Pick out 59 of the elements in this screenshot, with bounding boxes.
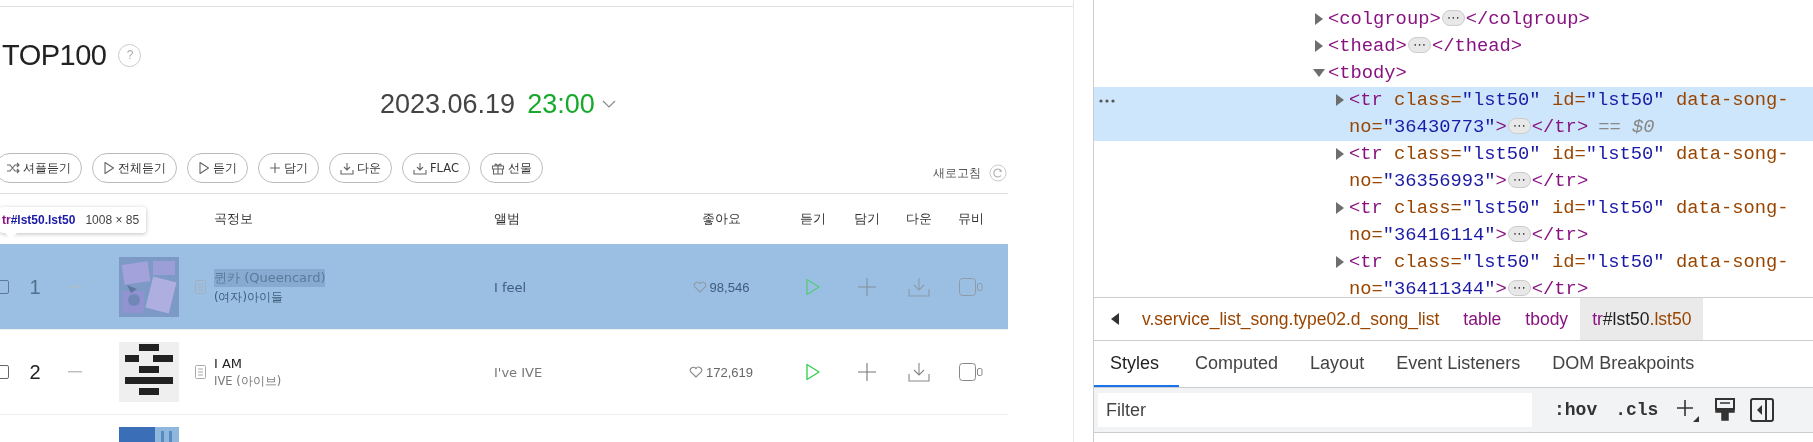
video-icon[interactable] [959, 363, 983, 381]
action-button[interactable]: 듣기 [187, 153, 248, 183]
sidebar-toggle-icon[interactable] [1750, 398, 1775, 422]
like-button[interactable]: 172,619 [689, 364, 753, 380]
download-icon [340, 161, 354, 175]
chart-time: 23:00 [527, 88, 595, 120]
toggle-button[interactable]: :hov [1552, 400, 1600, 420]
column-header: 앨범 [494, 210, 521, 228]
download-icon[interactable] [908, 362, 930, 382]
rank-number: 1 [29, 275, 41, 299]
breadcrumb[interactable]: tr#lst50.lst50 [1580, 298, 1704, 340]
lyrics-icon[interactable] [194, 365, 206, 379]
paintbrush-icon[interactable] [1714, 397, 1737, 423]
chart-title: TOP100 [2, 38, 107, 72]
artist-name[interactable]: (여자)아이들 [214, 290, 283, 305]
breadcrumb[interactable]: v.service_list_song.type02.d_song_list [1130, 298, 1452, 340]
heart-icon [692, 281, 707, 293]
plus-icon [269, 162, 281, 174]
chevron-down-icon[interactable] [600, 99, 617, 109]
element-selector: tr#lst50.lst50 [2, 213, 76, 227]
element-size: 1008 × 85 [85, 213, 140, 227]
column-header: 좋아요 [701, 210, 741, 228]
action-button[interactable]: 담기 [258, 153, 319, 183]
column-header: 곡정보 [213, 210, 254, 228]
breadcrumb[interactable]: table [1451, 298, 1514, 340]
play-icon [198, 161, 210, 175]
scroll-left-icon[interactable] [1110, 312, 1120, 326]
panel-tab[interactable]: Layout [1294, 341, 1381, 387]
artist-name[interactable]: IVE (아이브) [214, 373, 282, 389]
shuffle-icon [6, 162, 20, 174]
toggle-button[interactable]: .cls [1613, 400, 1661, 420]
column-header: 뮤비 [958, 210, 984, 228]
more-icon[interactable] [1099, 99, 1115, 103]
panel-tab[interactable]: Event Listeners [1380, 341, 1537, 387]
action-button[interactable]: 전체듣기 [92, 153, 177, 183]
heart-icon [689, 366, 703, 378]
album-name[interactable]: I've IVE [494, 364, 543, 380]
action-button[interactable]: 셔플듣기 [0, 153, 82, 183]
gift-icon [491, 161, 505, 175]
play-icon [103, 161, 115, 175]
filter-field[interactable]: Filter [1098, 393, 1532, 427]
panel-tab[interactable]: Computed [1179, 341, 1295, 387]
play-icon[interactable] [805, 362, 821, 382]
rank-number: 2 [29, 360, 41, 384]
refresh-link[interactable]: 새로고침 [933, 165, 981, 181]
column-header: 다운 [906, 210, 932, 228]
like-button[interactable]: 98,546 [692, 279, 750, 295]
column-header: 듣기 [800, 210, 826, 228]
download-icon [413, 161, 427, 175]
album-name[interactable]: I feel [494, 279, 527, 295]
chart-date: 2023.06.19 [380, 88, 516, 120]
action-button[interactable]: FLAC [402, 153, 470, 183]
plus-icon[interactable] [1674, 397, 1701, 423]
column-header: 담기 [854, 210, 880, 228]
song-title[interactable]: I AM [214, 355, 243, 371]
action-button[interactable]: 선물 [480, 153, 543, 183]
breadcrumb[interactable]: tbody [1513, 298, 1581, 340]
panel-tab[interactable]: DOM Breakpoints [1536, 341, 1711, 387]
action-button[interactable]: 다운 [329, 153, 392, 183]
